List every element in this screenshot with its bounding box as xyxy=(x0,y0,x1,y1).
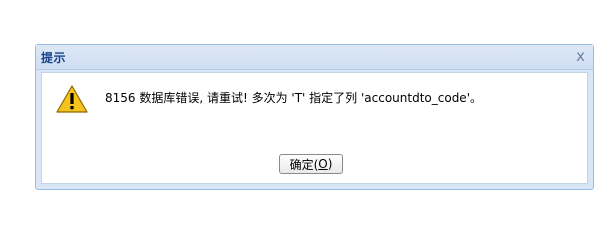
ok-button-label-prefix: 确定( xyxy=(289,157,319,172)
dialog-title: 提示 xyxy=(41,51,67,65)
dialog-message: 8156 数据库错误, 请重试! 多次为 'T' 指定了列 'accountdt… xyxy=(105,91,482,105)
ok-button[interactable]: 确定(O) xyxy=(279,154,343,174)
warning-icon xyxy=(56,85,88,113)
ok-button-label-suffix: ) xyxy=(327,157,333,171)
ok-button-mnemonic: O xyxy=(318,157,328,171)
alert-dialog: 提示 x 8156 数据库错误, 请重试! 多次为 'T' 指定了列 'acco… xyxy=(35,44,594,190)
dialog-titlebar[interactable]: 提示 x xyxy=(36,45,593,70)
close-icon[interactable]: x xyxy=(576,47,585,65)
dialog-body: 8156 数据库错误, 请重试! 多次为 'T' 指定了列 'accountdt… xyxy=(41,72,588,184)
